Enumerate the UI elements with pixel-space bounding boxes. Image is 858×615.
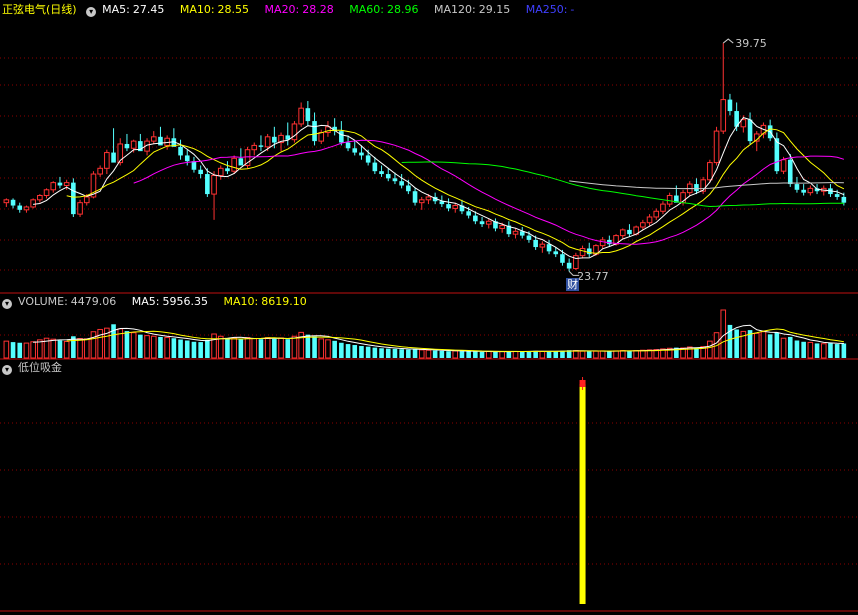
stock-chart-window: 正弦电气(日线) ▾ MA5: 27.45 MA10: 28.55 MA20: 28.2… xyxy=(0,0,858,615)
low-price-label: 23.77 xyxy=(577,270,609,284)
ma120-label: MA120: 29.15 xyxy=(433,3,511,16)
indicator-header: ▾ 低位吸金 xyxy=(2,360,68,376)
collapse-icon[interactable]: ▾ xyxy=(2,365,12,375)
ma250-label: MA250: - xyxy=(525,3,575,16)
collapse-icon[interactable]: ▾ xyxy=(2,299,12,309)
ma5-label: MA5: 27.45 xyxy=(102,3,165,16)
volume-ma10-label: MA10: 8619.10 xyxy=(223,295,307,308)
indicator-title: 低位吸金 xyxy=(18,361,62,374)
ma60-label: MA60: 28.96 xyxy=(349,3,419,16)
ma10-label: MA10: 28.55 xyxy=(179,3,250,16)
collapse-icon[interactable]: ▾ xyxy=(86,7,97,17)
signal-bar xyxy=(579,384,586,604)
ma20-label: MA20: 28.28 xyxy=(264,3,334,16)
chart-period: (日线) xyxy=(46,3,77,16)
volume-ma5-label: MA5: 5956.35 xyxy=(131,295,209,308)
volume-header: ▾ VOLUME: 4479.06 MA5: 5956.35 MA10: 8619.10 xyxy=(2,294,313,310)
stock-name: 正弦电气 xyxy=(2,3,46,16)
price-header: 正弦电气(日线) ▾ MA5: 27.45 MA10: 28.55 MA20: 28.2… xyxy=(2,2,580,18)
volume-label: VOLUME: 4479.06 xyxy=(18,295,117,308)
high-price-label: 39.75 xyxy=(735,37,767,51)
financial-report-marker[interactable]: 财 xyxy=(566,278,580,291)
